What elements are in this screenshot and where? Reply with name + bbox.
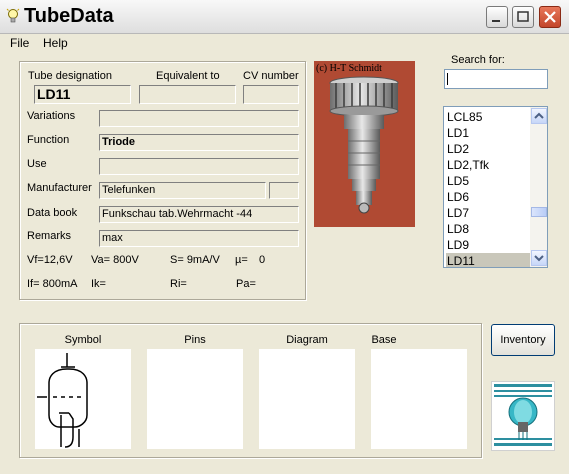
scroll-down-button[interactable]: [531, 250, 547, 266]
designation-header: Tube designation: [28, 70, 112, 82]
list-item[interactable]: LD2,Tfk: [446, 157, 531, 173]
variations-field[interactable]: [99, 110, 299, 127]
vf-value: Vf=12,6V: [27, 254, 73, 266]
title-bar[interactable]: TubeData: [0, 0, 569, 34]
manufacturer-label: Manufacturer: [27, 182, 92, 194]
variations-label: Variations: [27, 110, 76, 122]
tube-image-icon: [329, 76, 399, 214]
text-cursor: [447, 73, 448, 85]
close-icon: [544, 11, 556, 23]
menu-help[interactable]: Help: [43, 36, 68, 50]
s-value: S= 9mA/V: [170, 254, 220, 266]
list-item[interactable]: LCL85: [446, 109, 531, 125]
list-scrollbar[interactable]: [530, 107, 547, 267]
designation-field[interactable]: LD11: [34, 85, 131, 104]
manufacturer-field[interactable]: Telefunken: [99, 182, 266, 199]
window-title: TubeData: [24, 5, 114, 27]
use-label: Use: [27, 158, 47, 170]
databook-field[interactable]: Funkschau tab.Wehrmacht -44: [99, 206, 299, 223]
list-item[interactable]: LD6: [446, 189, 531, 205]
triode-symbol-icon: [37, 353, 88, 448]
maximize-icon: [517, 11, 529, 22]
base-label: Base: [371, 334, 397, 346]
minimize-icon: [492, 20, 500, 22]
search-input[interactable]: [444, 69, 548, 89]
inventory-button[interactable]: Inventory: [491, 324, 555, 356]
symbol-box: [35, 349, 131, 449]
equivalent-field[interactable]: [139, 85, 236, 104]
list-item-selected[interactable]: LD11: [446, 253, 531, 267]
tube-logo-icon: [494, 384, 552, 448]
mu-label: µ=: [235, 254, 248, 266]
lightbulb-icon: [6, 8, 20, 23]
minimize-button[interactable]: [486, 6, 508, 28]
remarks-field[interactable]: max: [99, 230, 299, 247]
close-button[interactable]: [539, 6, 561, 28]
chevron-down-icon: [534, 255, 544, 262]
list-item[interactable]: LD8: [446, 221, 531, 237]
remarks-label: Remarks: [27, 230, 72, 242]
cv-header: CV number: [243, 70, 299, 82]
pins-label: Pins: [184, 334, 206, 346]
tube-photo: (c) H-T Schmidt: [314, 61, 415, 227]
pins-box: [147, 349, 243, 449]
ri-value: Ri=: [170, 278, 187, 290]
base-box: [371, 349, 467, 449]
manufacturer-code-field[interactable]: [269, 182, 299, 199]
equivalent-header: Equivalent to: [156, 70, 220, 82]
list-item[interactable]: LD2: [446, 141, 531, 157]
function-field[interactable]: Triode: [99, 134, 299, 151]
if-value: If= 800mA: [27, 278, 78, 290]
tube-list[interactable]: LCL85 LD1 LD2 LD2,Tfk LD5 LD6 LD7 LD8 LD…: [443, 106, 548, 268]
diagram-label: Diagram: [286, 334, 328, 346]
maximize-button[interactable]: [512, 6, 534, 28]
use-field[interactable]: [99, 158, 299, 175]
function-label: Function: [27, 134, 70, 146]
databook-label: Data book: [27, 207, 78, 219]
symbol-label: Symbol: [64, 334, 102, 346]
tubedata-logo: [491, 381, 555, 451]
ik-value: Ik=: [91, 278, 106, 290]
list-item[interactable]: LD9: [446, 237, 531, 253]
list-item[interactable]: LD5: [446, 173, 531, 189]
menu-bar: File Help: [0, 33, 569, 53]
diagram-box: [259, 349, 355, 449]
mu-value: 0: [259, 254, 266, 266]
chevron-up-icon: [534, 112, 544, 119]
menu-file[interactable]: File: [10, 36, 29, 50]
cv-number-field[interactable]: [243, 85, 299, 104]
scroll-up-button[interactable]: [531, 108, 547, 124]
search-label: Search for:: [451, 54, 505, 66]
va-value: Va= 800V: [91, 254, 139, 266]
list-item[interactable]: LD7: [446, 205, 531, 221]
list-item[interactable]: LD1: [446, 125, 531, 141]
pa-value: Pa=: [236, 278, 256, 290]
scroll-thumb[interactable]: [531, 207, 547, 217]
